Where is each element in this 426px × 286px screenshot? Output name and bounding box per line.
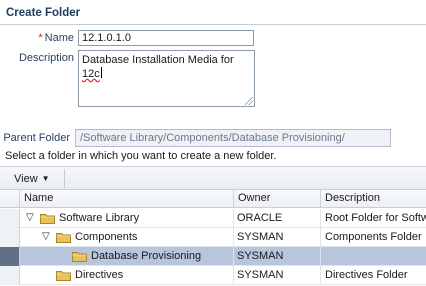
header-gutter [0,190,20,208]
folder-icon [56,233,71,243]
table-row[interactable]: Directives SYSMAN Directives Folder [0,266,426,285]
cell-owner: SYSMAN [234,266,321,285]
cell-owner: SYSMAN [234,247,321,266]
dialog-title: Create Folder [6,7,81,19]
column-header-description[interactable]: Description [321,190,426,208]
folder-name: Components [75,231,138,243]
cell-name: Database Provisioning [20,247,234,266]
folder-tree-table: Name Owner Description ▽ Software Library… [0,190,426,286]
folder-icon [72,252,87,262]
cell-description: Components Folder [325,231,422,243]
required-marker: * [38,32,43,44]
instruction-text: Select a folder in which you want to cre… [5,150,277,162]
cell-owner: ORACLE [234,209,321,228]
table-toolbar: View ▼ [0,166,426,190]
folder-icon [40,214,55,224]
table-row[interactable]: Database Provisioning SYSMAN [0,247,426,266]
description-line-2: 12c [82,68,100,80]
toolbar-separator [64,169,65,188]
name-input[interactable]: 12.1.0.1.0 [78,30,254,46]
text-caret [100,67,102,78]
folder-name: Software Library [59,212,140,224]
name-label-text: Name [44,32,74,44]
table-row[interactable]: ▽ Components SYSMAN Components Folder [0,228,426,247]
cell-owner: SYSMAN [234,228,321,247]
table-header-row: Name Owner Description [0,190,426,208]
description-textarea[interactable]: Database Installation Media for 12c [78,50,255,107]
column-header-name[interactable]: Name [20,190,234,208]
cell-name: ▽ Components [20,228,234,247]
row-gutter [0,247,20,266]
expand-twisty-icon[interactable]: ▽ [26,209,34,227]
cell-description: Directives Folder [325,269,408,281]
cell-description: Root Folder for Software Library [325,212,426,224]
cell-name: ▽ Software Library [20,209,234,228]
view-menu-label: View [14,173,38,185]
row-gutter [0,228,20,247]
expand-twisty-icon[interactable]: ▽ [42,228,50,246]
folder-icon [56,271,71,281]
column-header-owner[interactable]: Owner [234,190,321,208]
dropdown-triangle-icon: ▼ [41,174,50,183]
description-label: Description [18,52,74,64]
folder-name: Database Provisioning [91,250,202,262]
parent-folder-label: Parent Folder [3,132,70,144]
folder-name: Directives [75,269,124,281]
view-menu-button[interactable]: View ▼ [8,170,56,187]
cell-name: Directives [20,266,234,285]
row-gutter [0,266,20,285]
name-label: * Name [20,32,74,44]
row-gutter [0,209,20,228]
title-divider [0,24,426,25]
resize-grip-icon[interactable] [245,97,253,105]
description-line-1: Database Installation Media for [82,54,234,66]
cell-description [321,247,426,266]
parent-folder-field: /Software Library/Components/Database Pr… [75,129,391,147]
table-row[interactable]: ▽ Software Library ORACLE Root Folder for S… [0,209,426,228]
